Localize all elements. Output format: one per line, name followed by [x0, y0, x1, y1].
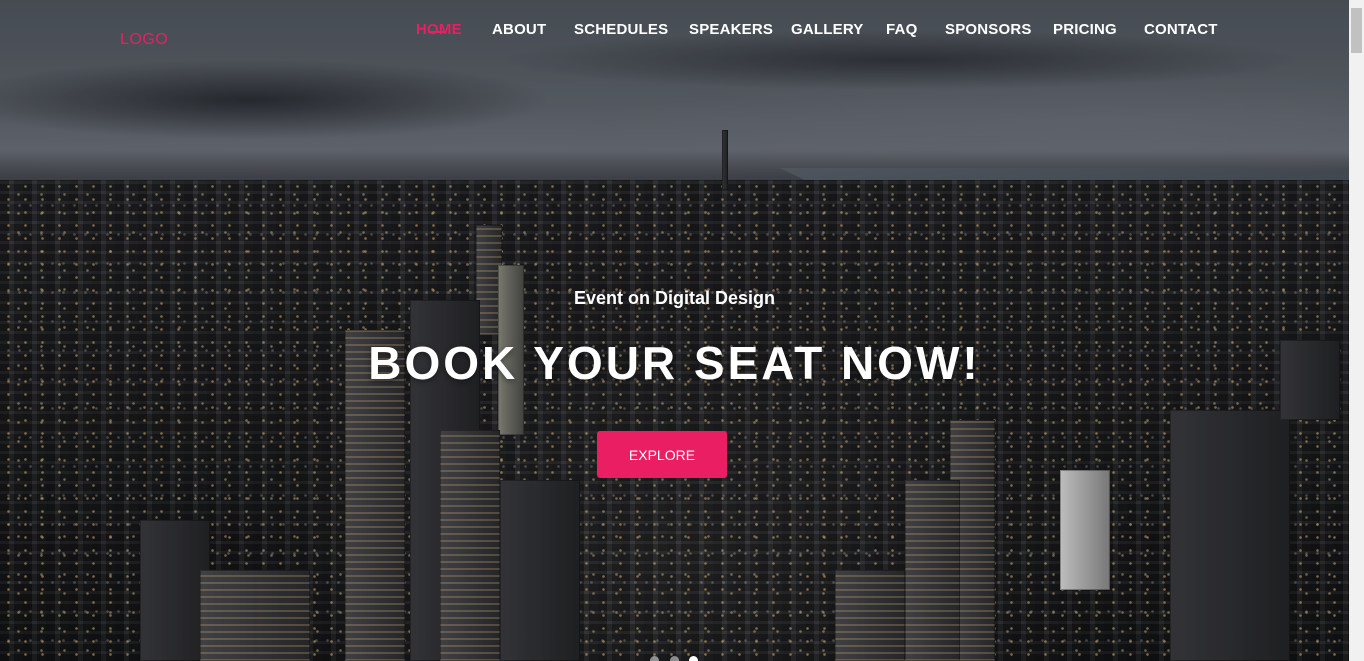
hero-background: LOGO HOME ABOUT SCHEDULES SPEAKERS GALLE… — [0, 0, 1349, 661]
hero-subtitle: Event on Digital Design — [573, 288, 776, 308]
slider-dot-active[interactable] — [689, 656, 698, 661]
nav-item-contact[interactable]: CONTACT — [1144, 21, 1218, 38]
slider-dot[interactable] — [650, 656, 659, 661]
page-scrollbar[interactable] — [1349, 0, 1364, 661]
main-nav: HOME ABOUT SCHEDULES SPEAKERS GALLERY FA… — [0, 21, 1349, 41]
hero-overlay — [0, 0, 1349, 661]
hero-headline: BOOK YOUR SEAT NOW! — [368, 337, 981, 389]
nav-item-schedules[interactable]: SCHEDULES — [574, 21, 668, 38]
scrollbar-thumb[interactable] — [1351, 8, 1362, 53]
explore-button[interactable]: EXPLORE — [597, 431, 727, 478]
slider-dot[interactable] — [670, 656, 679, 661]
nav-item-sponsors[interactable]: SPONSORS — [945, 21, 1032, 38]
nav-item-home[interactable]: HOME — [416, 21, 462, 38]
nav-item-about[interactable]: ABOUT — [492, 21, 546, 38]
nav-item-speakers[interactable]: SPEAKERS — [689, 21, 773, 38]
nav-item-faq[interactable]: FAQ — [886, 21, 917, 38]
nav-item-pricing[interactable]: PRICING — [1053, 21, 1117, 38]
nav-item-gallery[interactable]: GALLERY — [791, 21, 864, 38]
